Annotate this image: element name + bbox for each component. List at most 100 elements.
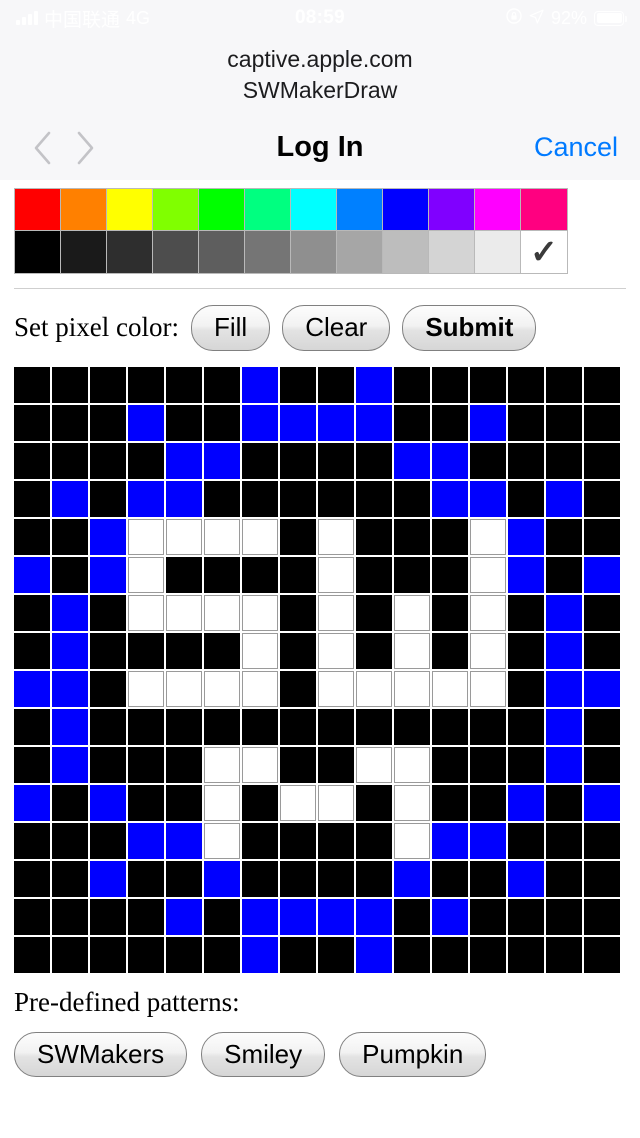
pixel-cell[interactable] xyxy=(508,594,544,631)
pixel-cell[interactable] xyxy=(90,366,126,403)
pixel-cell[interactable] xyxy=(128,936,164,973)
pixel-cell[interactable] xyxy=(52,860,88,897)
pixel-cell[interactable] xyxy=(546,784,582,821)
pixel-cell[interactable] xyxy=(546,366,582,403)
pixel-cell[interactable] xyxy=(128,594,164,631)
pixel-cell[interactable] xyxy=(14,404,50,441)
pixel-cell[interactable] xyxy=(280,366,316,403)
pixel-cell[interactable] xyxy=(166,708,202,745)
pixel-cell[interactable] xyxy=(356,556,392,593)
pixel-cell[interactable] xyxy=(14,518,50,555)
pixel-cell[interactable] xyxy=(280,708,316,745)
pixel-cell[interactable] xyxy=(242,594,278,631)
palette-swatch[interactable] xyxy=(291,188,337,231)
palette-swatch[interactable] xyxy=(475,188,521,231)
pixel-cell[interactable] xyxy=(508,860,544,897)
submit-button[interactable]: Submit xyxy=(402,304,537,351)
pixel-cell[interactable] xyxy=(128,898,164,935)
pixel-cell[interactable] xyxy=(128,746,164,783)
pixel-cell[interactable] xyxy=(280,670,316,707)
pixel-cell[interactable] xyxy=(356,670,392,707)
pixel-cell[interactable] xyxy=(242,898,278,935)
pixel-cell[interactable] xyxy=(166,632,202,669)
pixel-cell[interactable] xyxy=(318,746,354,783)
pixel-cell[interactable] xyxy=(242,480,278,517)
pixel-cell[interactable] xyxy=(470,898,506,935)
pixel-cell[interactable] xyxy=(204,936,240,973)
pixel-cell[interactable] xyxy=(584,632,620,669)
pixel-cell[interactable] xyxy=(166,442,202,479)
pixel-cell[interactable] xyxy=(432,442,468,479)
pixel-cell[interactable] xyxy=(470,518,506,555)
pixel-cell[interactable] xyxy=(356,366,392,403)
pixel-cell[interactable] xyxy=(52,898,88,935)
pixel-cell[interactable] xyxy=(128,632,164,669)
pixel-cell[interactable] xyxy=(242,366,278,403)
pixel-cell[interactable] xyxy=(432,860,468,897)
pixel-cell[interactable] xyxy=(318,518,354,555)
pixel-cell[interactable] xyxy=(546,708,582,745)
pixel-cell[interactable] xyxy=(128,784,164,821)
pixel-cell[interactable] xyxy=(14,708,50,745)
pixel-cell[interactable] xyxy=(52,670,88,707)
pixel-cell[interactable] xyxy=(242,822,278,859)
pixel-cell[interactable] xyxy=(52,822,88,859)
pixel-cell[interactable] xyxy=(14,860,50,897)
pixel-cell[interactable] xyxy=(128,518,164,555)
pixel-cell[interactable] xyxy=(90,480,126,517)
pixel-cell[interactable] xyxy=(356,822,392,859)
palette-swatch[interactable] xyxy=(245,230,291,273)
pixel-cell[interactable] xyxy=(90,632,126,669)
pixel-cell[interactable] xyxy=(584,442,620,479)
pixel-cell[interactable] xyxy=(166,822,202,859)
pixel-cell[interactable] xyxy=(14,480,50,517)
palette-swatch[interactable]: ✓ xyxy=(521,230,567,273)
pixel-cell[interactable] xyxy=(394,746,430,783)
palette-swatch[interactable] xyxy=(337,188,383,231)
pixel-cell[interactable] xyxy=(584,518,620,555)
pixel-cell[interactable] xyxy=(584,366,620,403)
pixel-cell[interactable] xyxy=(470,442,506,479)
pixel-cell[interactable] xyxy=(128,708,164,745)
back-button[interactable] xyxy=(22,130,64,166)
pixel-cell[interactable] xyxy=(128,670,164,707)
pixel-cell[interactable] xyxy=(318,404,354,441)
pixel-cell[interactable] xyxy=(166,518,202,555)
pixel-cell[interactable] xyxy=(90,708,126,745)
pixel-cell[interactable] xyxy=(394,936,430,973)
pixel-cell[interactable] xyxy=(128,442,164,479)
pixel-cell[interactable] xyxy=(584,594,620,631)
pixel-cell[interactable] xyxy=(584,480,620,517)
pixel-cell[interactable] xyxy=(546,746,582,783)
pixel-cell[interactable] xyxy=(166,480,202,517)
pattern-button-smiley[interactable]: Smiley xyxy=(201,1031,326,1078)
pixel-cell[interactable] xyxy=(432,708,468,745)
pixel-cell[interactable] xyxy=(508,518,544,555)
pixel-cell[interactable] xyxy=(280,442,316,479)
pixel-cell[interactable] xyxy=(394,442,430,479)
pixel-cell[interactable] xyxy=(52,556,88,593)
pixel-cell[interactable] xyxy=(90,746,126,783)
pixel-cell[interactable] xyxy=(280,784,316,821)
pixel-cell[interactable] xyxy=(356,936,392,973)
pixel-cell[interactable] xyxy=(242,442,278,479)
pixel-cell[interactable] xyxy=(546,594,582,631)
palette-swatch[interactable] xyxy=(61,188,107,231)
pixel-cell[interactable] xyxy=(470,670,506,707)
pixel-cell[interactable] xyxy=(318,366,354,403)
pixel-cell[interactable] xyxy=(204,898,240,935)
pixel-cell[interactable] xyxy=(546,898,582,935)
pixel-cell[interactable] xyxy=(394,708,430,745)
pixel-cell[interactable] xyxy=(280,898,316,935)
pixel-cell[interactable] xyxy=(128,480,164,517)
pixel-cell[interactable] xyxy=(508,632,544,669)
pixel-cell[interactable] xyxy=(432,594,468,631)
pixel-cell[interactable] xyxy=(432,670,468,707)
pixel-cell[interactable] xyxy=(280,936,316,973)
pixel-cell[interactable] xyxy=(508,936,544,973)
pixel-cell[interactable] xyxy=(204,442,240,479)
pixel-cell[interactable] xyxy=(584,784,620,821)
pixel-cell[interactable] xyxy=(242,936,278,973)
pixel-cell[interactable] xyxy=(90,556,126,593)
pixel-cell[interactable] xyxy=(90,898,126,935)
